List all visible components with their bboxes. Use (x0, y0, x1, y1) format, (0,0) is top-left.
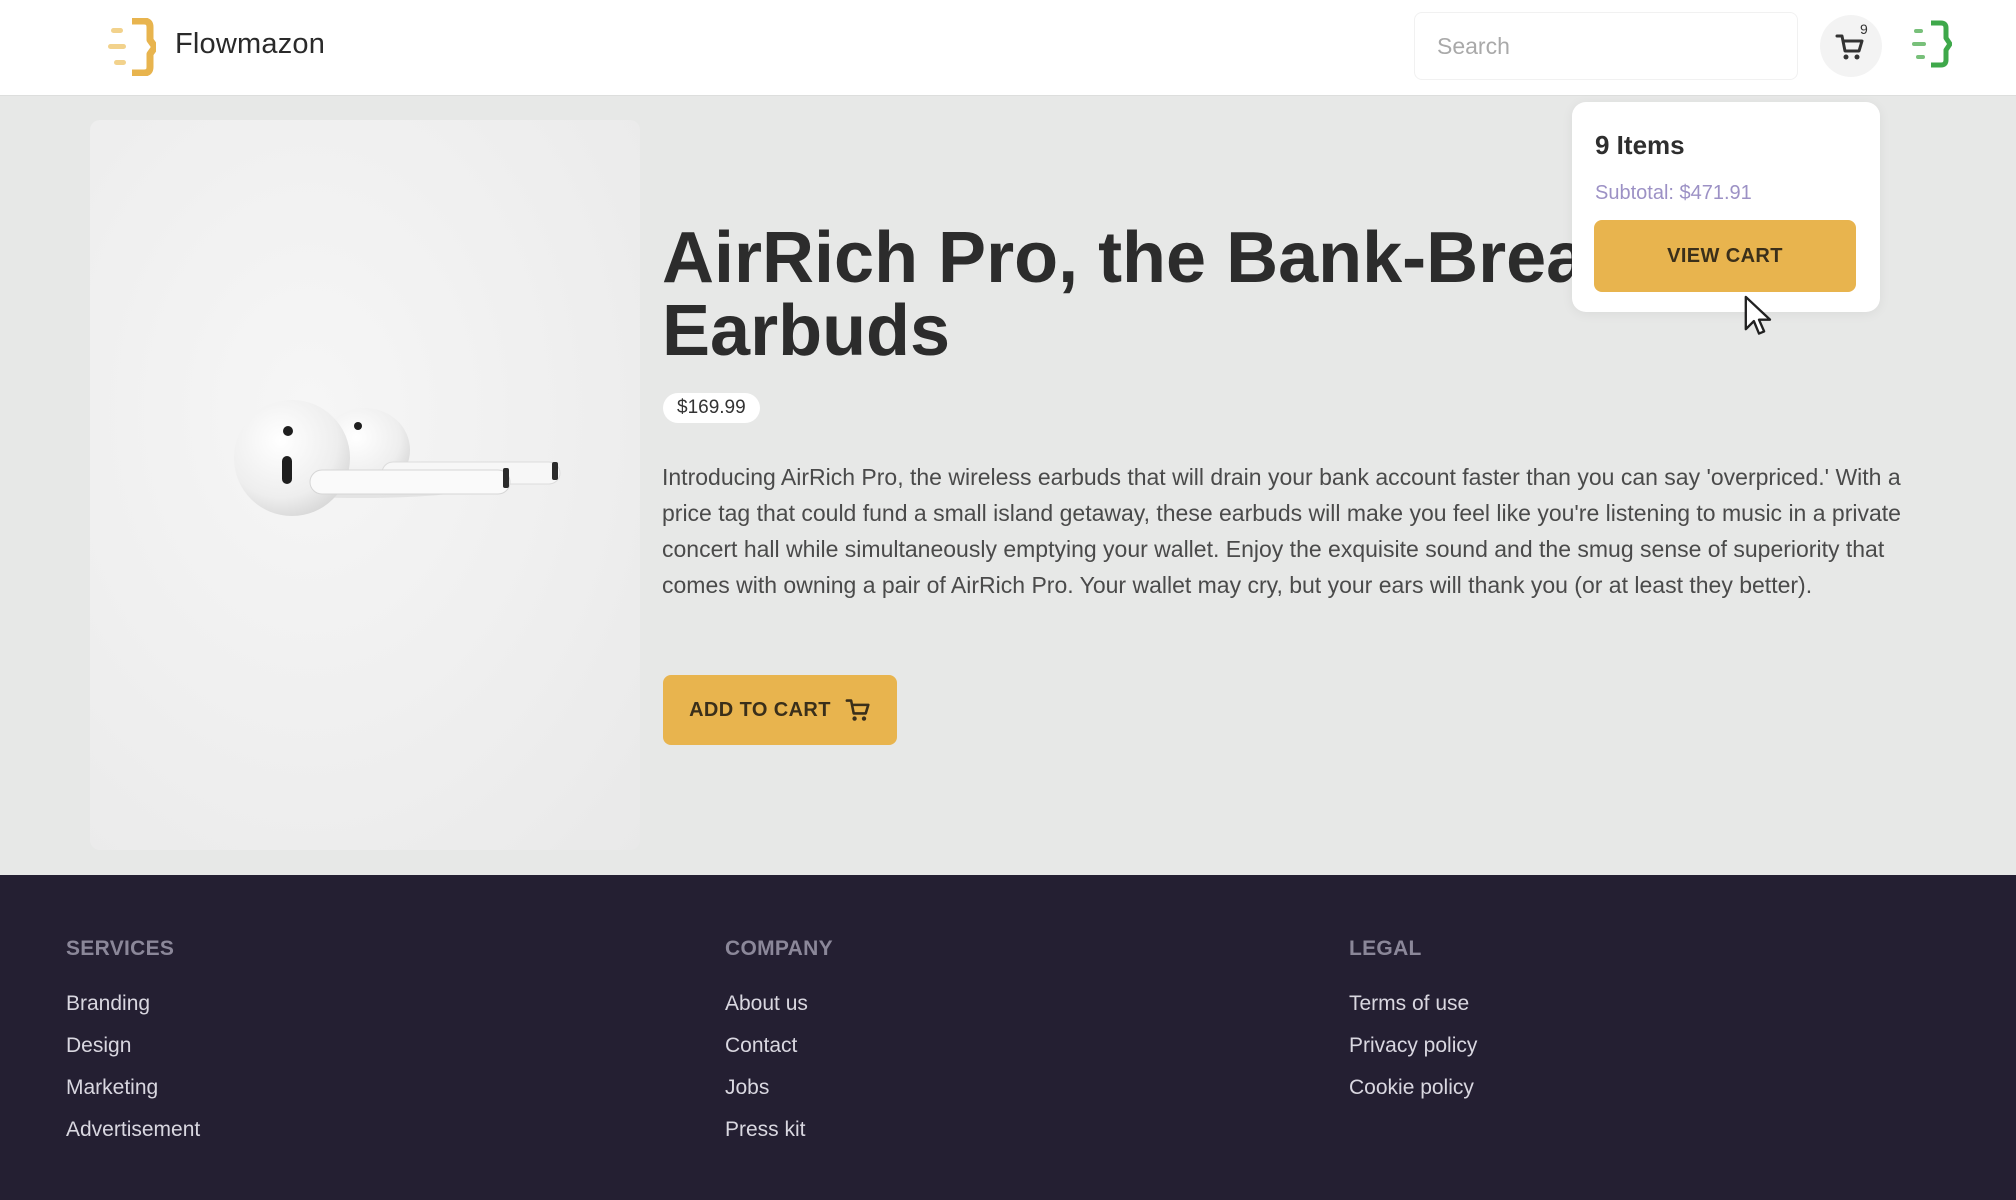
site-footer: SERVICES Branding Design Marketing Adver… (0, 875, 2016, 1200)
product-title: AirRich Pro, the Bank-Brea Earbuds (662, 222, 1592, 368)
footer-heading: COMPANY (725, 937, 833, 960)
logo-icon (108, 18, 156, 76)
footer-column-services: SERVICES Branding Design Marketing Adver… (66, 937, 200, 1151)
site-header: Flowmazon 9 (0, 0, 2016, 95)
cart-icon (1835, 34, 1864, 60)
footer-link-marketing[interactable]: Marketing (66, 1067, 200, 1109)
footer-column-legal: LEGAL Terms of use Privacy policy Cookie… (1349, 937, 1477, 1109)
cart-icon (845, 699, 870, 721)
menu-logo-icon[interactable] (1912, 20, 1952, 68)
add-to-cart-label: ADD TO CART (689, 698, 831, 721)
footer-link-press-kit[interactable]: Press kit (725, 1109, 833, 1151)
add-to-cart-button[interactable]: ADD TO CART (663, 675, 897, 745)
product-image (90, 120, 640, 850)
footer-link-jobs[interactable]: Jobs (725, 1067, 833, 1109)
footer-heading: SERVICES (66, 937, 175, 960)
cart-button[interactable]: 9 (1820, 15, 1882, 77)
footer-link-advertisement[interactable]: Advertisement (66, 1109, 200, 1151)
earbuds-illustration (234, 400, 561, 516)
footer-heading: LEGAL (1349, 937, 1422, 960)
cart-dropdown: 9 Items Subtotal: $471.91 VIEW CART (1572, 102, 1880, 312)
footer-link-contact[interactable]: Contact (725, 1025, 833, 1067)
product-description: Introducing AirRich Pro, the wireless ea… (662, 464, 1901, 598)
footer-link-privacy-policy[interactable]: Privacy policy (1349, 1025, 1477, 1067)
footer-link-terms-of-use[interactable]: Terms of use (1349, 983, 1477, 1025)
footer-link-branding[interactable]: Branding (66, 983, 200, 1025)
footer-link-cookie-policy[interactable]: Cookie policy (1349, 1067, 1477, 1109)
footer-column-company: COMPANY About us Contact Jobs Press kit (725, 937, 833, 1151)
brand-name: Flowmazon (175, 28, 326, 60)
cart-subtotal: Subtotal: $471.91 (1595, 182, 1752, 204)
search-input[interactable] (1414, 12, 1798, 80)
home-link[interactable]: Flowmazon (0, 0, 360, 95)
mouse-cursor-icon (1744, 295, 1772, 335)
footer-link-design[interactable]: Design (66, 1025, 200, 1067)
view-cart-button[interactable]: VIEW CART (1594, 220, 1856, 292)
product-title-line1: AirRich Pro, the Bank-Brea (662, 218, 1587, 298)
price-badge: $169.99 (663, 393, 760, 423)
product-title-line2: Earbuds (662, 291, 951, 371)
footer-link-about-us[interactable]: About us (725, 983, 833, 1025)
cart-count-badge: 9 (1860, 21, 1868, 37)
cart-item-count: 9 Items (1595, 130, 1685, 160)
